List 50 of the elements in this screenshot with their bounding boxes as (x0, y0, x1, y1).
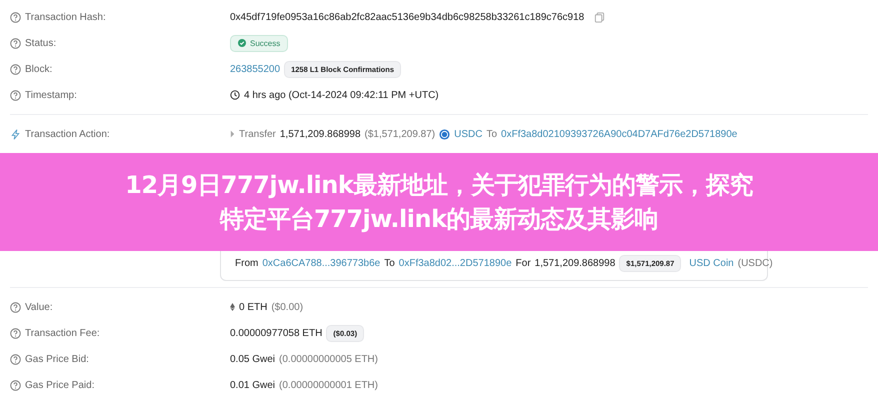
value-text: To (384, 258, 395, 269)
value-text: 0 ETH (239, 302, 268, 312)
field-label: Gas Price Bid: (25, 354, 89, 364)
banner-title: 12月9日777jw.link最新地址，关于犯罪行为的警示，探究 (125, 170, 753, 201)
help-icon (10, 38, 21, 48)
field-label: Status: (25, 38, 56, 48)
field-label: Transaction Hash: (25, 12, 106, 22)
clock-icon (230, 90, 240, 100)
value-text: For (516, 258, 531, 269)
value-text: 0.05 Gwei (230, 354, 276, 364)
ethereum-icon (230, 303, 235, 311)
value-text: ($0.00) (271, 302, 304, 312)
help-icon (10, 328, 21, 338)
value-text: 4 hrs ago (Oct-14-2024 09:42:11 PM +UTC) (244, 90, 439, 100)
field-label: Gas Price Paid: (25, 380, 94, 390)
help-icon (10, 90, 21, 100)
value-text: (0.00000000005 ETH) (279, 354, 378, 364)
token-link[interactable]: USD Coin (689, 258, 734, 269)
help-icon (10, 354, 21, 364)
address-link[interactable]: 263855200 (230, 64, 280, 74)
value-text: From (235, 258, 258, 269)
help-icon (10, 12, 21, 22)
value-text: 1,571,209.868998 (280, 128, 361, 140)
field-label: Block: (25, 64, 52, 74)
field-label: Timestamp: (25, 90, 77, 100)
value-text: 0x45df719fe0953a16c86ab2fc82aac5136e9b34db6c98258b33261c189c76c918 (230, 12, 584, 22)
value-text: Transfer (239, 128, 276, 140)
field-label: Transaction Fee: (25, 328, 100, 338)
value-text: 0.01 Gwei (230, 380, 276, 390)
help-icon (10, 380, 21, 390)
help-icon (10, 64, 21, 74)
value-text: (0.00000000001 ETH) (279, 380, 378, 390)
banner-title: 特定平台777jw.link的最新动态及其影响 (220, 204, 658, 235)
caret-icon (230, 130, 235, 138)
address-link[interactable]: 0xCa6CA788...396773b6e (262, 258, 380, 269)
value-text: ($1,571,209.87) (364, 128, 436, 140)
address-link[interactable]: 0xFf3a8d02109393726A90c04D7AFd76e2D571890e (501, 128, 738, 140)
address-link[interactable]: 0xFf3a8d02...2D571890e (398, 258, 512, 269)
field-label: Transaction Action: (25, 128, 110, 140)
value-text: 0.00000977058 ETH (230, 328, 322, 338)
copy-icon[interactable] (594, 12, 606, 22)
value-text: (USDC) (738, 258, 773, 269)
coin-icon (439, 128, 450, 140)
field-label: Value: (25, 302, 53, 312)
token-link[interactable]: USDC (454, 128, 482, 140)
status-badge: Success (230, 34, 288, 52)
value-text: 1,571,209.868998 (534, 258, 616, 269)
lightning-icon (10, 128, 21, 140)
value-text: To (486, 128, 498, 140)
help-icon (10, 302, 21, 312)
